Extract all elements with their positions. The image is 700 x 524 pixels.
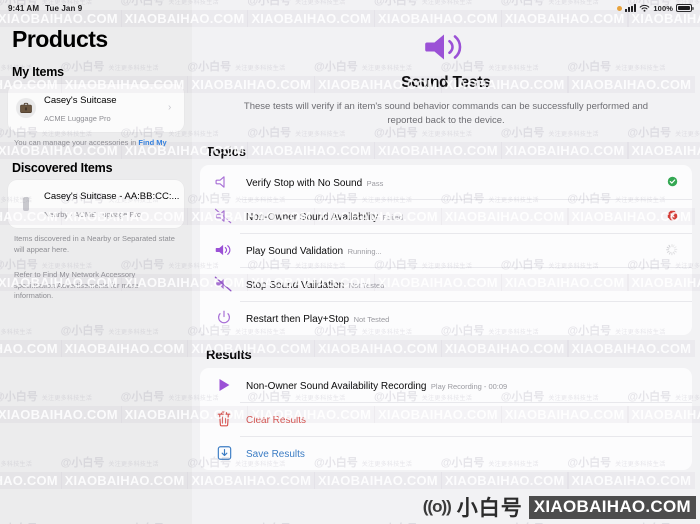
result-text: Save Results bbox=[246, 444, 654, 462]
sidebar-item-text: Casey's Suitcase ACME Luggage Pro bbox=[44, 90, 160, 126]
sidebar-card-my-items: Casey's Suitcase ACME Luggage Pro › bbox=[8, 84, 184, 132]
topic-subtitle: Running... bbox=[347, 246, 382, 256]
sidebar-item-title: Casey's Suitcase - AA:BB:CC:... bbox=[44, 190, 180, 202]
sidebar: 9:41 AM Tue Jan 9 Products My Items Case… bbox=[0, 0, 192, 524]
wifi-icon bbox=[639, 4, 650, 13]
topic-subtitle: Not Tested bbox=[353, 314, 390, 324]
speaker-slash-filled-icon bbox=[212, 273, 236, 295]
speaker-outline-icon bbox=[212, 171, 236, 193]
app-root: 9:41 AM Tue Jan 9 Products My Items Case… bbox=[0, 0, 700, 524]
page-title: Products bbox=[12, 26, 108, 52]
cellular-bars-icon bbox=[625, 4, 637, 12]
battery-full-icon bbox=[676, 4, 694, 12]
spinner-icon bbox=[664, 243, 680, 256]
topic-title: Stop Sound Validation bbox=[246, 279, 345, 291]
find-my-link[interactable]: Find My bbox=[138, 138, 166, 147]
topic-title: Non-Owner Sound Availability bbox=[246, 211, 379, 223]
sidebar-item-subtitle: Nearby · ACME Luggage Pro bbox=[44, 209, 142, 219]
status-date: Tue Jan 9 bbox=[45, 3, 83, 13]
power-icon bbox=[212, 307, 236, 329]
generic-accessory-icon bbox=[16, 194, 36, 214]
status-bar-left: 9:41 AM Tue Jan 9 bbox=[0, 0, 192, 16]
topics-header: Topics bbox=[206, 143, 246, 159]
topic-subtitle: Pass bbox=[366, 178, 384, 188]
topic-row-play-sound-validation[interactable]: Play Sound Validation Running... bbox=[200, 232, 692, 267]
result-text: Clear Results bbox=[246, 410, 654, 428]
topic-text: Restart then Play+Stop Not Tested bbox=[246, 309, 654, 327]
orange-dot-icon bbox=[617, 5, 623, 11]
result-title: Clear Results bbox=[246, 414, 307, 426]
topic-text: Verify Stop with No Sound Pass bbox=[246, 173, 654, 191]
topic-row-verify-stop-with-no-sound[interactable]: Verify Stop with No Sound Pass bbox=[200, 165, 692, 199]
sidebar-card-discovered-items: Casey's Suitcase - AA:BB:CC:... Nearby ·… bbox=[8, 179, 184, 228]
results-card: Non-Owner Sound Availability Recording P… bbox=[200, 367, 692, 470]
sidebar-item-discovered-suitcase[interactable]: Casey's Suitcase - AA:BB:CC:... Nearby ·… bbox=[8, 180, 184, 228]
status-bar-right: 100% bbox=[192, 0, 700, 16]
topic-title: Restart then Play+Stop bbox=[246, 313, 350, 325]
sidebar-note-discovered: Items discovered in a Nearby or Separate… bbox=[14, 233, 175, 254]
sidebar-item-subtitle: ACME Luggage Pro bbox=[44, 114, 111, 123]
result-subtitle: Play Recording - 00:09 bbox=[430, 381, 508, 391]
topic-title: Verify Stop with No Sound bbox=[246, 177, 363, 189]
topic-row-restart-then-play-stop[interactable]: Restart then Play+Stop Not Tested bbox=[200, 300, 692, 335]
status-time: 9:41 AM bbox=[8, 3, 40, 13]
play-triangle-icon bbox=[212, 374, 236, 396]
topic-subtitle: Failed bbox=[382, 212, 403, 222]
suitcase-icon bbox=[16, 98, 36, 118]
result-row-recording[interactable]: Non-Owner Sound Availability Recording P… bbox=[200, 368, 692, 402]
check-circle-icon bbox=[664, 176, 680, 187]
result-row-clear-results[interactable]: Clear Results bbox=[200, 401, 692, 436]
speaker-wave-filled-icon bbox=[212, 239, 236, 261]
trash-icon bbox=[212, 408, 236, 430]
sidebar-section-header-my-items: My Items bbox=[12, 65, 64, 79]
detail-header: Sound Tests These tests will verify if a… bbox=[192, 16, 700, 144]
result-text: Non-Owner Sound Availability Recording P… bbox=[246, 376, 654, 394]
topic-subtitle: Not Tested bbox=[348, 280, 385, 290]
topic-text: Play Sound Validation Running... bbox=[246, 241, 654, 259]
detail-description: These tests will verify if an item's sou… bbox=[243, 101, 649, 126]
detail-pane: 100% Sound Tests These tests will verify… bbox=[192, 0, 700, 524]
topic-title: Play Sound Validation bbox=[246, 245, 344, 257]
speaker-wave-icon bbox=[232, 26, 660, 68]
result-row-save-results[interactable]: Save Results bbox=[200, 435, 692, 470]
sidebar-note-spec: Refer to Find My Network Accessory speci… bbox=[14, 269, 139, 301]
result-title: Save Results bbox=[246, 448, 305, 460]
topic-row-stop-sound-validation[interactable]: Stop Sound Validation Not Tested bbox=[200, 266, 692, 301]
detail-title: Sound Tests bbox=[401, 74, 491, 91]
results-header: Results bbox=[206, 346, 252, 362]
sidebar-section-header-discovered-items: Discovered Items bbox=[12, 160, 113, 175]
topics-card: Verify Stop with No Sound Pass Non-Owner… bbox=[200, 164, 692, 335]
sidebar-item-text: Casey's Suitcase - AA:BB:CC:... Nearby ·… bbox=[44, 186, 180, 222]
battery-percent-label: 100% bbox=[653, 3, 673, 13]
chevron-right-icon: › bbox=[168, 102, 172, 113]
topic-text: Non-Owner Sound Availability Failed bbox=[246, 207, 654, 225]
x-octagon-icon bbox=[664, 210, 680, 221]
topic-row-non-owner-sound-availability[interactable]: Non-Owner Sound Availability Failed bbox=[200, 198, 692, 233]
sidebar-item-title: Casey's Suitcase bbox=[44, 95, 117, 106]
sidebar-note-prefix: You can manage your accessories in bbox=[14, 138, 139, 147]
speaker-slash-outline-icon bbox=[212, 205, 236, 227]
sidebar-item-caseys-suitcase[interactable]: Casey's Suitcase ACME Luggage Pro › bbox=[8, 84, 184, 132]
sidebar-note-manage: You can manage your accessories in Find … bbox=[0, 132, 192, 149]
result-title: Non-Owner Sound Availability Recording bbox=[246, 380, 427, 392]
download-box-icon bbox=[212, 442, 236, 464]
topic-text: Stop Sound Validation Not Tested bbox=[246, 275, 654, 293]
